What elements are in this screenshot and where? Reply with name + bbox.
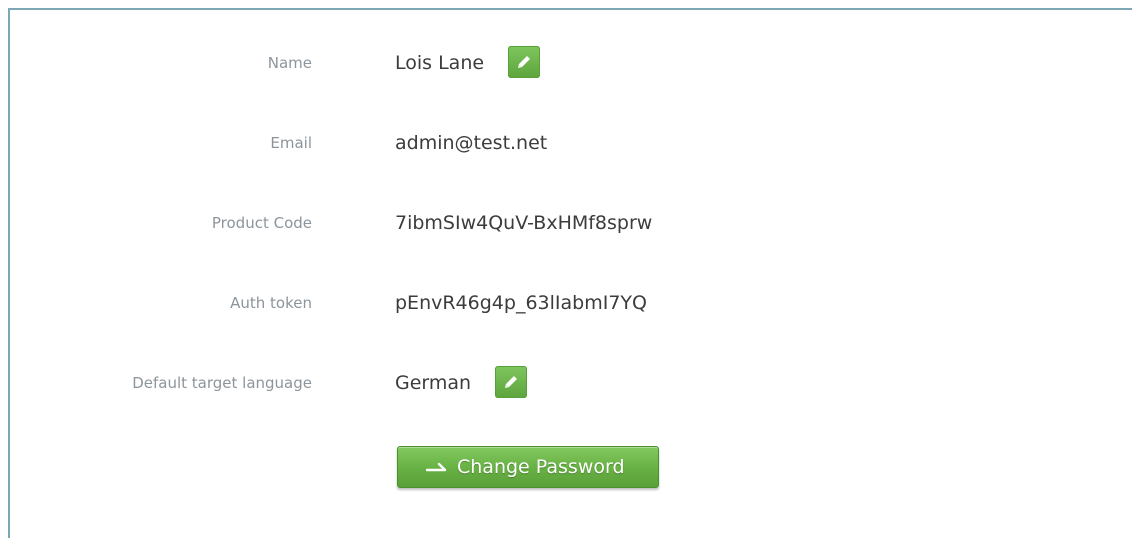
edit-name-button[interactable] xyxy=(508,45,541,78)
pencil-icon xyxy=(505,375,518,388)
email-label: Email xyxy=(270,134,312,152)
email-value: admin@test.net xyxy=(395,132,548,154)
product-code-row: Product Code 7ibmSIw4QuV-BxHMf8sprw xyxy=(10,203,1130,243)
name-row: Name Lois Lane xyxy=(10,43,1130,83)
auth-token-label: Auth token xyxy=(230,294,312,312)
auth-token-row: Auth token pEnvR46g4p_63lIabmI7YQ xyxy=(10,283,1130,323)
name-value: Lois Lane xyxy=(395,52,485,74)
language-value-group: German xyxy=(395,363,528,403)
pencil-icon xyxy=(518,55,531,68)
edit-language-button[interactable] xyxy=(495,365,528,398)
arrow-right-icon xyxy=(426,462,447,472)
profile-panel: Name Lois Lane Email admin@test.net Prod… xyxy=(8,8,1132,538)
language-label: Default target language xyxy=(132,374,312,392)
name-value-group: Lois Lane xyxy=(395,43,541,83)
email-row: Email admin@test.net xyxy=(10,123,1130,163)
product-code-value: 7ibmSIw4QuV-BxHMf8sprw xyxy=(395,212,653,234)
name-label: Name xyxy=(267,54,312,72)
change-password-label: Change Password xyxy=(457,456,625,478)
product-code-label: Product Code xyxy=(211,214,312,232)
language-row: Default target language German xyxy=(10,363,1130,403)
auth-token-value: pEnvR46g4p_63lIabmI7YQ xyxy=(395,292,647,314)
language-value: German xyxy=(395,372,472,394)
change-password-button[interactable]: Change Password xyxy=(397,446,659,488)
